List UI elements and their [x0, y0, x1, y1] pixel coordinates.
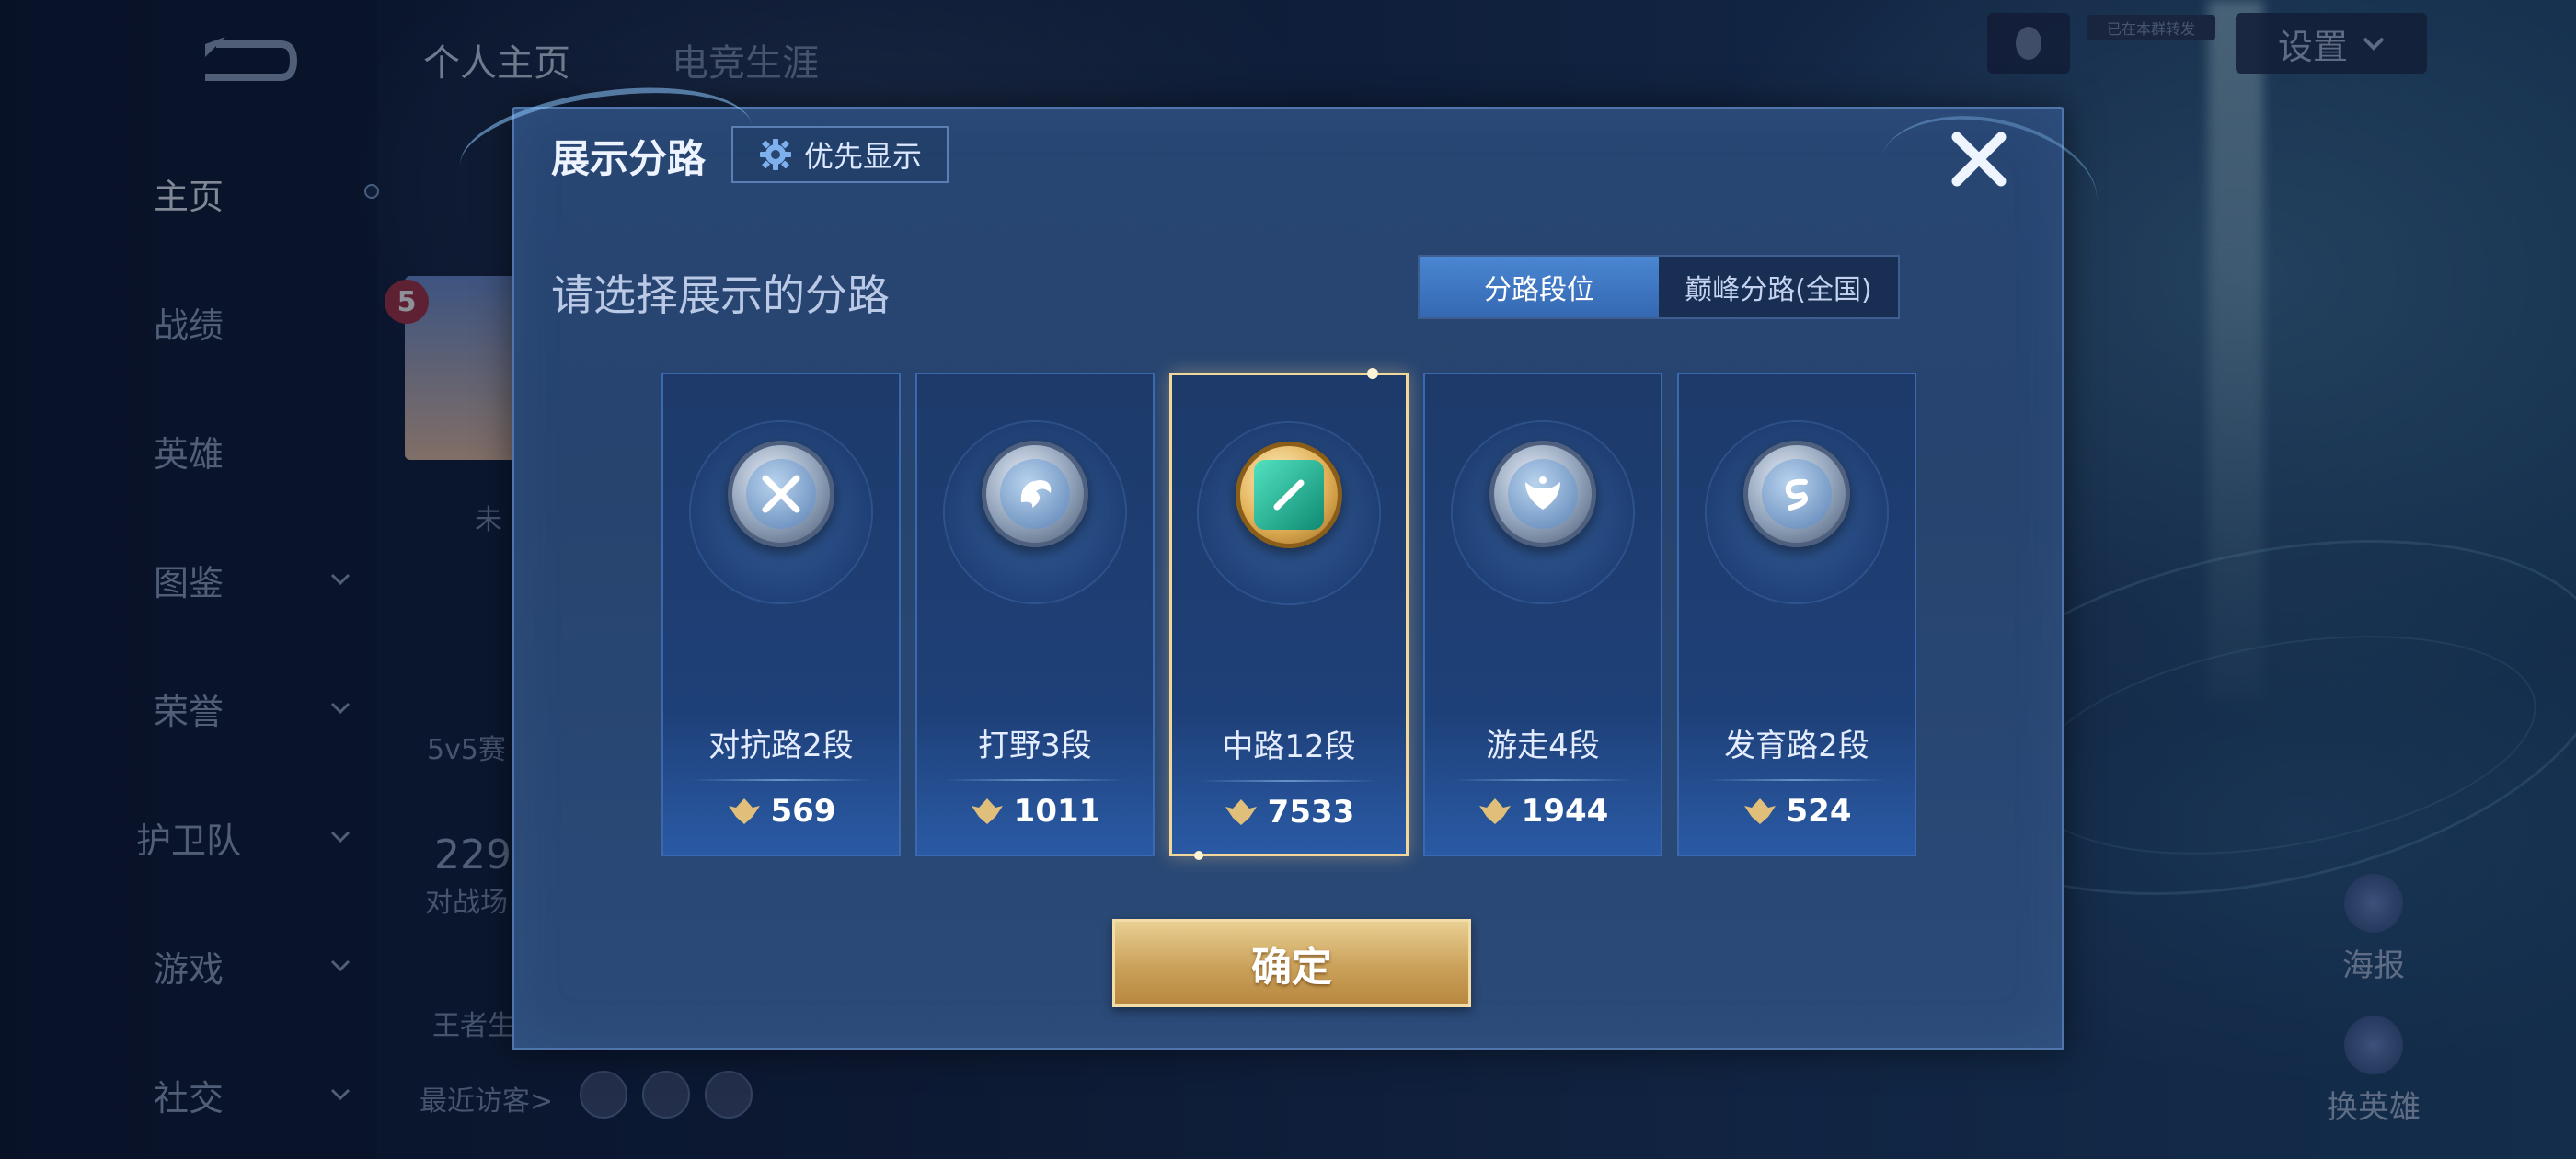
lane-score-value: 524 [1786, 793, 1852, 830]
divider [945, 779, 1125, 781]
dialog-title: 展示分路 [551, 136, 707, 181]
lane-score: 7533 [1172, 789, 1406, 835]
lane-name: 中路12段 [1222, 729, 1356, 765]
close-icon [1951, 132, 2007, 187]
lane-name: 游走4段 [1486, 728, 1600, 764]
clash-lane-emblem-icon [728, 441, 834, 547]
lane-score-value: 1944 [1521, 793, 1609, 830]
confirm-button[interactable]: 确定 [1112, 919, 1471, 1007]
lane-score-value: 7533 [1267, 794, 1355, 831]
roam-emblem-icon [1489, 441, 1596, 547]
rank-points-icon [1743, 798, 1776, 824]
priority-display-label: 优先显示 [803, 139, 922, 174]
lane-card-jungle[interactable]: 打野3段 1011 [915, 373, 1155, 856]
lane-score: 1944 [1425, 788, 1661, 834]
tab-peak-lane-national[interactable]: 巅峰分路(全国) [1659, 257, 1898, 317]
corner-dot [1367, 368, 1378, 379]
lane-name: 对抗路2段 [708, 728, 854, 764]
divider [1707, 779, 1887, 781]
lane-score-value: 1011 [1013, 793, 1101, 830]
lane-card-roam[interactable]: 游走4段 1944 [1423, 373, 1662, 856]
divider [691, 779, 871, 781]
lane-score: 569 [663, 788, 899, 834]
close-button[interactable] [1942, 122, 2016, 196]
tab-lane-rank[interactable]: 分路段位 [1420, 257, 1659, 317]
rank-points-icon [971, 798, 1003, 824]
lane-score-value: 569 [770, 793, 836, 830]
priority-display-button[interactable]: 优先显示 [731, 126, 949, 183]
dialog-subtitle: 请选择展示的分路 [551, 270, 890, 320]
gear-icon [759, 139, 791, 170]
lane-name: 发育路2段 [1724, 728, 1869, 764]
lane-card-clash[interactable]: 对抗路2段 569 [661, 373, 901, 856]
divider [1453, 779, 1633, 781]
lane-score: 1011 [917, 788, 1153, 834]
lane-name: 打野3段 [978, 728, 1092, 764]
farm-lane-emblem-icon [1743, 441, 1850, 547]
rank-points-icon [1478, 798, 1511, 824]
jungle-emblem-icon [982, 441, 1088, 547]
lane-card-farm[interactable]: 发育路2段 524 [1677, 373, 1916, 856]
lane-type-toggle: 分路段位 巅峰分路(全国) [1418, 255, 1900, 319]
corner-dot [1194, 851, 1203, 860]
rank-points-icon [1225, 799, 1257, 825]
lane-score: 524 [1679, 788, 1915, 834]
rank-points-icon [728, 798, 760, 824]
lane-card-mid[interactable]: 中路12段 7533 [1169, 368, 1409, 860]
divider [1200, 780, 1378, 782]
lane-display-dialog: 展示分路 优先显示 请选择展示的分路 分路段位 巅峰分路(全国) 对抗路2段 5… [453, 71, 2110, 1050]
mid-lane-emblem-icon [1236, 442, 1342, 548]
